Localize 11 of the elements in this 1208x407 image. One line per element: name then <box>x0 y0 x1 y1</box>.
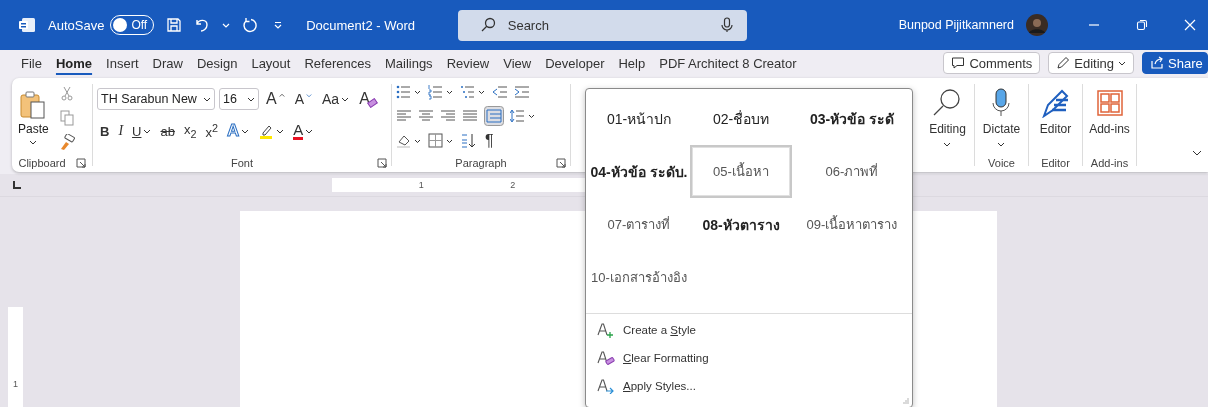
group-label: Add-ins <box>1090 157 1129 169</box>
group-label: Clipboard <box>18 157 66 169</box>
group-label: Paragraph <box>455 157 507 169</box>
autosave-label: AutoSave <box>48 17 105 33</box>
ruler-number: 2 <box>510 180 516 190</box>
group-label: Voice <box>988 157 1015 169</box>
ruler-number: 1 <box>13 379 18 389</box>
window-title: Document2 - Word <box>306 17 417 33</box>
group-label: Font <box>231 157 253 169</box>
ruler-number: 1 <box>418 180 424 190</box>
group-label: Editor <box>1041 157 1070 169</box>
